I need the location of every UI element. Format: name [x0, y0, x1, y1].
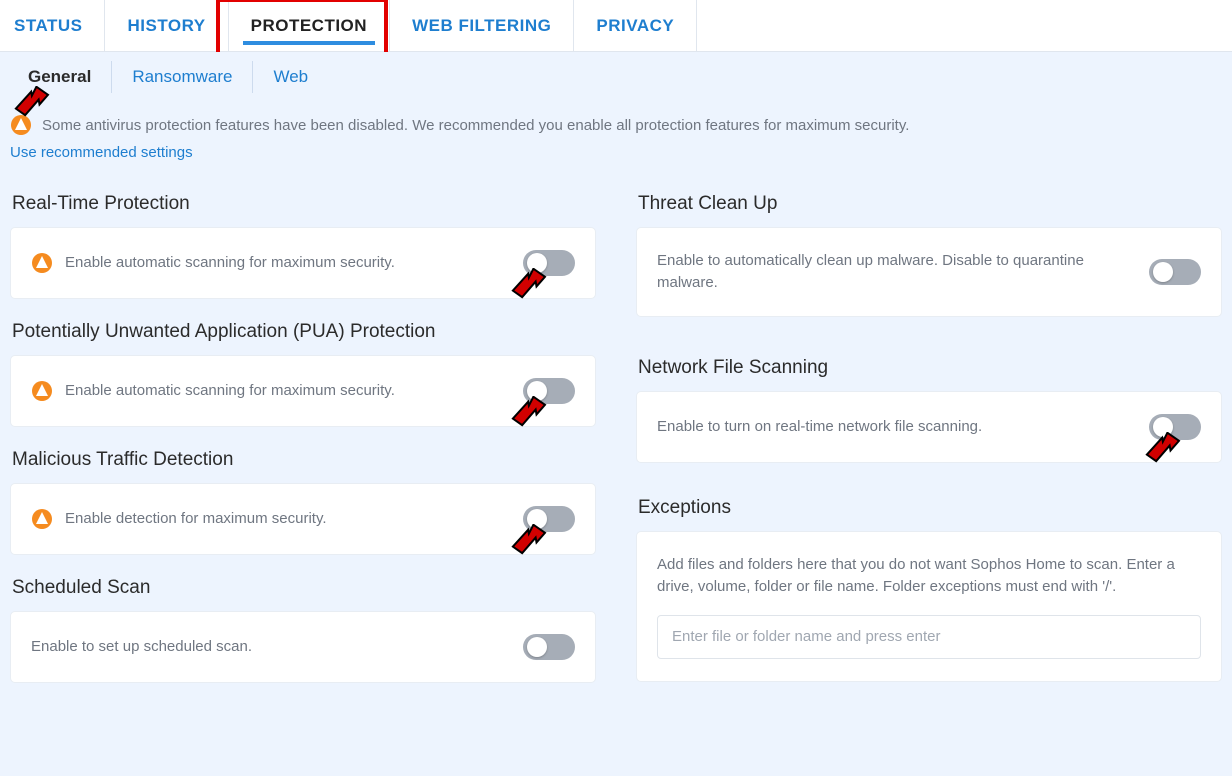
section-threat: Threat Clean Up Enable to automatically …: [636, 193, 1222, 317]
card-exceptions: Add files and folders here that you do n…: [636, 531, 1222, 682]
tab-status[interactable]: STATUS: [0, 0, 105, 51]
tab-history[interactable]: HISTORY: [105, 0, 228, 51]
tab-privacy[interactable]: PRIVACY: [574, 0, 697, 51]
section-pua: Potentially Unwanted Application (PUA) P…: [10, 321, 596, 427]
toggle-realtime[interactable]: [523, 250, 575, 276]
warning-banner: Some antivirus protection features have …: [0, 102, 1232, 142]
desc-scheduled: Enable to set up scheduled scan.: [31, 636, 511, 658]
desc-pua: Enable automatic scanning for maximum se…: [65, 380, 511, 402]
warning-banner-text: Some antivirus protection features have …: [42, 117, 909, 134]
exceptions-input[interactable]: [657, 615, 1201, 659]
left-column: Real-Time Protection Enable automatic sc…: [10, 183, 596, 705]
card-realtime: Enable automatic scanning for maximum se…: [10, 227, 596, 299]
warning-triangle-icon: [31, 380, 53, 402]
toggle-threat[interactable]: [1149, 259, 1201, 285]
desc-threat: Enable to automatically clean up malware…: [657, 250, 1137, 294]
columns: Real-Time Protection Enable automatic sc…: [0, 183, 1232, 705]
sub-tab-bar: General Ransomware Web: [0, 52, 1232, 102]
desc-network: Enable to turn on real-time network file…: [657, 416, 1137, 438]
desc-exceptions: Add files and folders here that you do n…: [657, 554, 1201, 599]
tab-protection[interactable]: PROTECTION: [229, 0, 390, 51]
section-scheduled: Scheduled Scan Enable to set up schedule…: [10, 577, 596, 683]
title-network: Network File Scanning: [638, 357, 1222, 379]
subtab-web[interactable]: Web: [253, 61, 328, 93]
warning-triangle-icon: [10, 114, 32, 136]
card-malicious: Enable detection for maximum security.: [10, 483, 596, 555]
toggle-pua[interactable]: [523, 378, 575, 404]
right-column: Threat Clean Up Enable to automatically …: [636, 183, 1222, 705]
main-tab-bar: STATUS HISTORY PROTECTION WEB FILTERING …: [0, 0, 1232, 52]
subtab-ransomware[interactable]: Ransomware: [112, 61, 253, 93]
toggle-scheduled[interactable]: [523, 634, 575, 660]
warning-triangle-icon: [31, 252, 53, 274]
section-malicious: Malicious Traffic Detection Enable detec…: [10, 449, 596, 555]
content-area: General Ransomware Web Some antivirus pr…: [0, 52, 1232, 776]
warning-triangle-icon: [31, 508, 53, 530]
title-malicious: Malicious Traffic Detection: [12, 449, 596, 471]
title-pua: Potentially Unwanted Application (PUA) P…: [12, 321, 596, 343]
card-pua: Enable automatic scanning for maximum se…: [10, 355, 596, 427]
section-exceptions: Exceptions Add files and folders here th…: [636, 497, 1222, 682]
toggle-network[interactable]: [1149, 414, 1201, 440]
toggle-malicious[interactable]: [523, 506, 575, 532]
card-threat: Enable to automatically clean up malware…: [636, 227, 1222, 317]
card-network: Enable to turn on real-time network file…: [636, 391, 1222, 463]
title-exceptions: Exceptions: [638, 497, 1222, 519]
desc-malicious: Enable detection for maximum security.: [65, 508, 511, 530]
title-threat: Threat Clean Up: [638, 193, 1222, 215]
tab-webfiltering[interactable]: WEB FILTERING: [390, 0, 574, 51]
card-scheduled: Enable to set up scheduled scan.: [10, 611, 596, 683]
sub-tab-area: General Ransomware Web: [0, 52, 1232, 102]
use-recommended-link[interactable]: Use recommended settings: [0, 142, 203, 183]
section-realtime: Real-Time Protection Enable automatic sc…: [10, 193, 596, 299]
desc-realtime: Enable automatic scanning for maximum se…: [65, 252, 511, 274]
title-realtime: Real-Time Protection: [12, 193, 596, 215]
title-scheduled: Scheduled Scan: [12, 577, 596, 599]
section-network: Network File Scanning Enable to turn on …: [636, 357, 1222, 463]
subtab-general[interactable]: General: [8, 61, 112, 93]
